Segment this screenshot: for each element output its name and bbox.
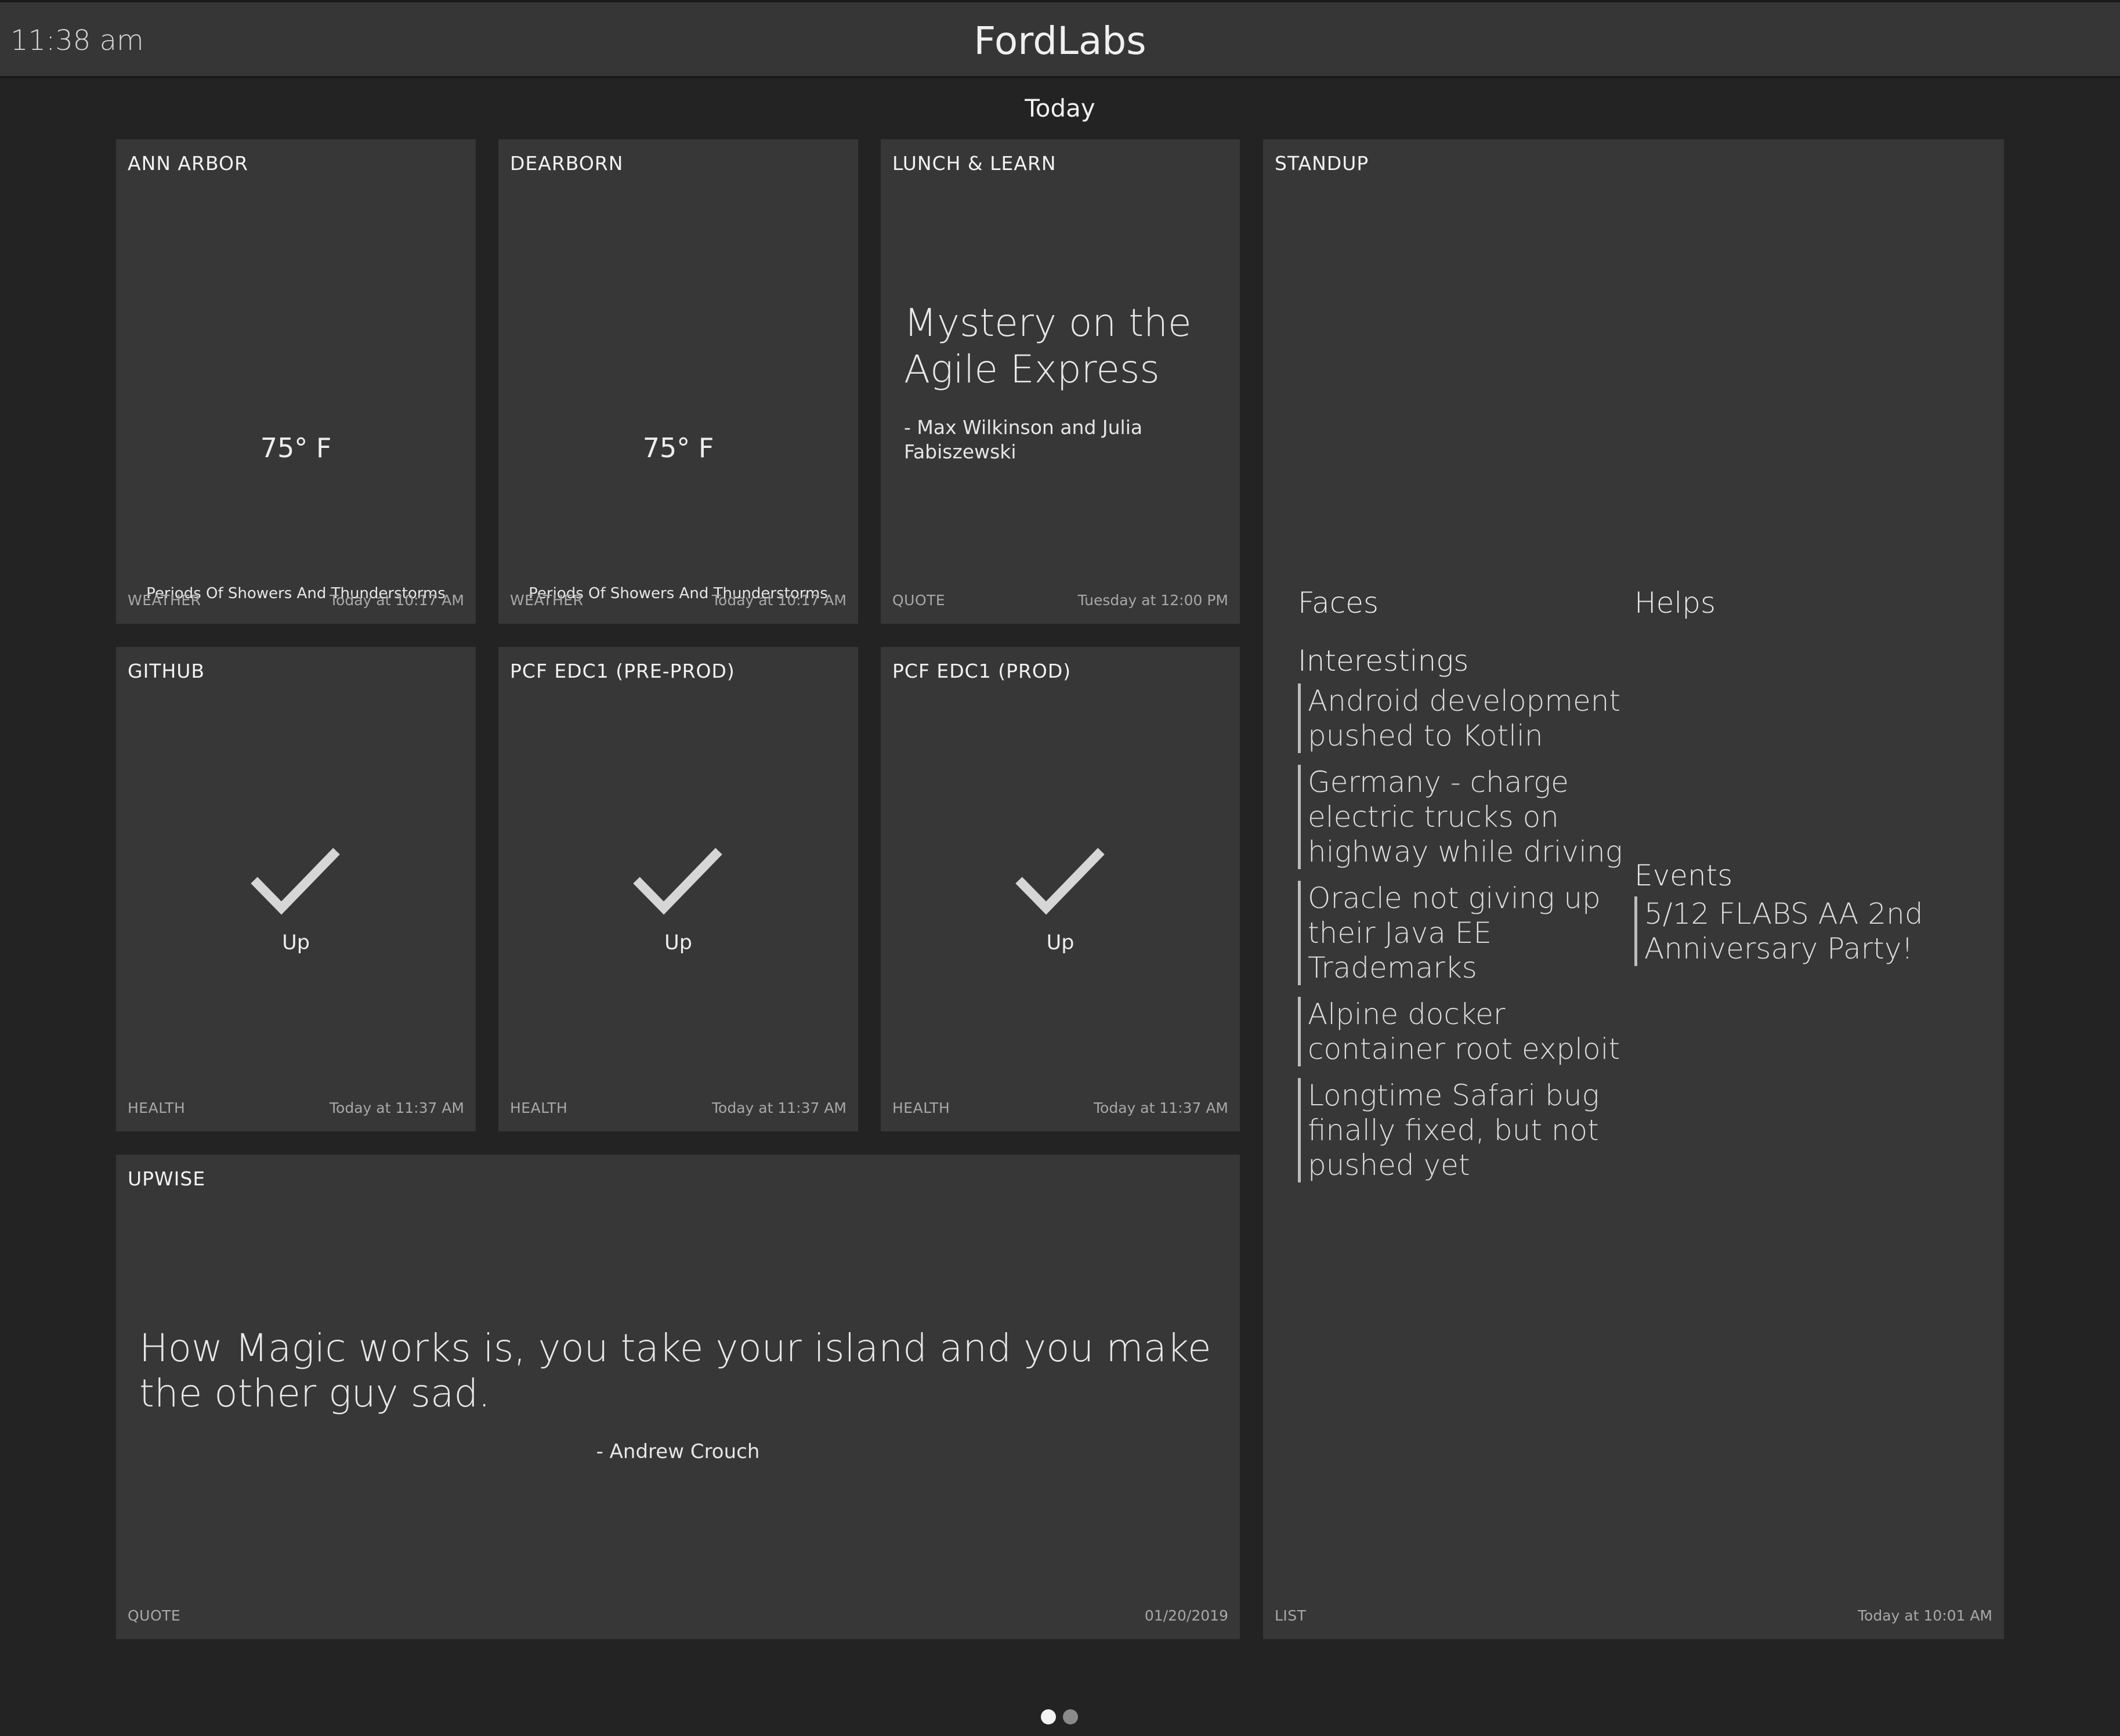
health-card-pcf-prod: PCF EDC1 (PROD) Up HEALTH Today at 11:37… — [881, 647, 1240, 1131]
health-status: Up — [664, 931, 692, 954]
interestings-list: Android development pushed to Kotlin Ger… — [1298, 683, 1634, 1194]
top-bar: 11:38 am FordLabs — [0, 0, 2120, 78]
list-item: Android development pushed to Kotlin — [1298, 683, 1634, 753]
list-item: 5/12 FLABS AA 2nd Anniversary Party! — [1634, 896, 1959, 966]
card-title: LUNCH & LEARN — [892, 152, 1057, 175]
events-heading: Events — [1634, 859, 1733, 892]
health-status: Up — [1046, 931, 1075, 954]
card-updated-time: Today at 11:37 AM — [1094, 1100, 1228, 1116]
card-title: GITHUB — [128, 660, 205, 682]
temperature: 75° F — [642, 432, 714, 464]
card-updated-time: 01/20/2019 — [1144, 1607, 1228, 1624]
app-title: FordLabs — [974, 19, 1146, 63]
card-title: ANN ARBOR — [128, 152, 248, 175]
card-updated-time: Today at 11:37 AM — [712, 1100, 846, 1116]
list-item: Oracle not giving up their Java EE Trade… — [1298, 881, 1634, 985]
quote-author: - Andrew Crouch — [596, 1440, 760, 1463]
health-card-github: GITHUB Up HEALTH Today at 11:37 AM — [116, 647, 476, 1131]
quote-text: How Magic works is, you take your island… — [139, 1326, 1211, 1416]
card-type: HEALTH — [510, 1100, 568, 1116]
card-title: PCF EDC1 (PRE-PROD) — [510, 660, 735, 682]
card-updated-time: Today at 10:17 AM — [712, 592, 846, 609]
list-item: Germany - charge electric trucks on high… — [1298, 765, 1634, 869]
checkmark-icon — [251, 848, 340, 915]
card-title: STANDUP — [1275, 152, 1369, 175]
page-heading: Today — [1025, 94, 1095, 122]
card-type: WEATHER — [510, 592, 584, 609]
card-title: PCF EDC1 (PROD) — [892, 660, 1072, 682]
list-item: Alpine docker container root exploit — [1298, 997, 1634, 1066]
list-item: Longtime Safari bug finally fixed, but n… — [1298, 1078, 1634, 1182]
card-type: LIST — [1275, 1607, 1307, 1624]
page-dot-1[interactable] — [1041, 1709, 1056, 1724]
weather-card-dearborn: DEARBORN 75° F Periods Of Showers And Th… — [498, 139, 858, 624]
page-dot-2[interactable] — [1063, 1709, 1078, 1724]
helps-heading: Helps — [1634, 586, 1716, 620]
card-type: HEALTH — [128, 1100, 186, 1116]
lunch-learn-card: LUNCH & LEARN Mystery on the Agile Expre… — [881, 139, 1240, 624]
quote-author: - Max Wilkinson and Julia Fabiszewski — [904, 416, 1143, 463]
card-updated-time: Today at 10:01 AM — [1858, 1607, 1992, 1624]
card-type: QUOTE — [128, 1607, 181, 1624]
health-status: Up — [282, 931, 310, 954]
interestings-heading: Interestings — [1298, 644, 1469, 678]
page-indicator — [1041, 1709, 1078, 1724]
card-updated-time: Today at 10:17 AM — [330, 592, 464, 609]
weather-card-ann-arbor: ANN ARBOR 75° F Periods Of Showers And T… — [116, 139, 476, 624]
temperature: 75° F — [260, 432, 332, 464]
card-type: HEALTH — [892, 1100, 950, 1116]
card-updated-time: Today at 11:37 AM — [330, 1100, 464, 1116]
events-list: 5/12 FLABS AA 2nd Anniversary Party! — [1634, 896, 1959, 978]
card-type: WEATHER — [128, 592, 201, 609]
standup-card: STANDUP Faces Helps Interestings Android… — [1263, 139, 2004, 1639]
faces-heading: Faces — [1298, 586, 1379, 620]
card-type: QUOTE — [892, 592, 946, 609]
checkmark-icon — [633, 848, 722, 915]
quote-text: Mystery on the Agile Express — [904, 301, 1192, 392]
card-title: UPWISE — [128, 1167, 206, 1190]
checkmark-icon — [1015, 848, 1105, 915]
upwise-quote-card: UPWISE How Magic works is, you take your… — [116, 1155, 1240, 1639]
card-title: DEARBORN — [510, 152, 624, 175]
card-updated-time: Tuesday at 12:00 PM — [1077, 592, 1228, 609]
health-card-pcf-preprod: PCF EDC1 (PRE-PROD) Up HEALTH Today at 1… — [498, 647, 858, 1131]
